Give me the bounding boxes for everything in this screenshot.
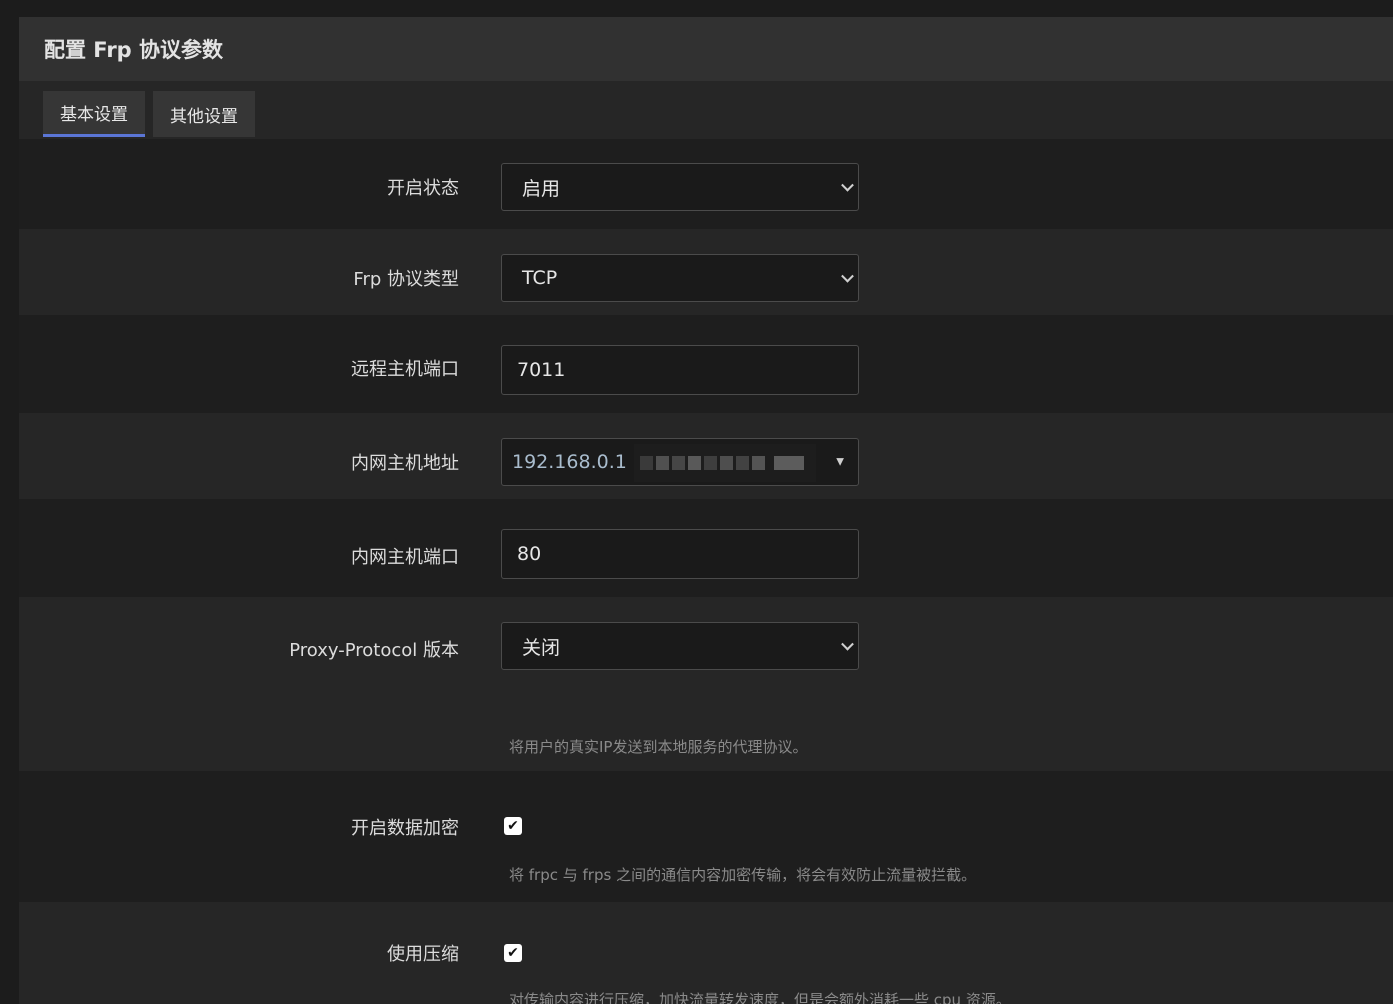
proxy-protocol-label: Proxy-Protocol 版本 — [289, 640, 459, 661]
check-icon: ✔ — [507, 818, 519, 834]
row-encryption: 开启数据加密 ✔ 将 frpc 与 frps 之间的通信内容加密传输，将会有效防… — [19, 771, 1393, 902]
tab-basic-settings[interactable]: 基本设置 — [43, 91, 145, 137]
protocol-type-label: Frp 协议类型 — [353, 269, 459, 290]
local-ip-combobox[interactable]: 192.168.0.1 ( ▼ — [501, 438, 859, 486]
encryption-hint: 将 frpc 与 frps 之间的通信内容加密传输，将会有效防止流量被拦截。 — [509, 866, 977, 884]
encryption-checkbox[interactable]: ✔ — [504, 817, 522, 835]
chevron-down-icon — [841, 178, 854, 192]
tab-other-settings[interactable]: 其他设置 — [153, 91, 255, 137]
settings-panel: 配置 Frp 协议参数 基本设置 其他设置 开启状态 启用 Frp 协议类型 T… — [19, 17, 1393, 1004]
panel-title-text: 配置 Frp 协议参数 — [44, 38, 224, 62]
row-local-ip: 内网主机地址 192.168.0.1 ( ▼ — [19, 413, 1393, 499]
proxy-protocol-hint: 将用户的真实IP发送到本地服务的代理协议。 — [509, 738, 808, 756]
chevron-down-icon — [841, 269, 854, 283]
remote-port-label: 远程主机端口 — [351, 359, 459, 380]
status-label: 开启状态 — [387, 178, 459, 199]
local-port-label: 内网主机端口 — [351, 547, 459, 568]
local-port-input[interactable]: 80 — [501, 529, 859, 579]
compression-checkbox[interactable]: ✔ — [504, 944, 522, 962]
local-port-value: 80 — [517, 543, 542, 565]
protocol-type-value: TCP — [522, 267, 558, 289]
tab-bar: 基本设置 其他设置 — [19, 81, 1393, 139]
encryption-label: 开启数据加密 — [351, 818, 459, 839]
remote-port-input[interactable]: 7011 — [501, 345, 859, 395]
redacted-mask — [634, 444, 816, 482]
remote-port-value: 7011 — [517, 359, 566, 381]
row-protocol-type: Frp 协议类型 TCP — [19, 229, 1393, 315]
compression-hint: 对传输内容进行压缩，加快流量转发速度，但是会额外消耗一些 cpu 资源。 — [509, 991, 1011, 1004]
row-compression: 使用压缩 ✔ 对传输内容进行压缩，加快流量转发速度，但是会额外消耗一些 cpu … — [19, 902, 1393, 1004]
proxy-protocol-value: 关闭 — [522, 636, 561, 659]
row-remote-port: 远程主机端口 7011 — [19, 315, 1393, 413]
status-select-value: 启用 — [522, 177, 561, 200]
compression-label: 使用压缩 — [387, 944, 459, 965]
proxy-protocol-select[interactable]: 关闭 — [501, 622, 859, 670]
protocol-type-select[interactable]: TCP — [501, 254, 859, 302]
chevron-down-icon — [841, 637, 854, 651]
local-ip-label: 内网主机地址 — [351, 453, 459, 474]
status-select[interactable]: 启用 — [501, 163, 859, 211]
local-ip-value: 192.168.0.1 ( — [512, 451, 641, 473]
row-proxy-protocol: Proxy-Protocol 版本 关闭 将用户的真实IP发送到本地服务的代理协… — [19, 597, 1393, 771]
row-local-port: 内网主机端口 80 — [19, 499, 1393, 597]
triangle-down-icon: ▼ — [836, 456, 844, 468]
row-status: 开启状态 启用 — [19, 139, 1393, 229]
check-icon: ✔ — [507, 945, 519, 961]
panel-title: 配置 Frp 协议参数 — [19, 17, 1393, 81]
